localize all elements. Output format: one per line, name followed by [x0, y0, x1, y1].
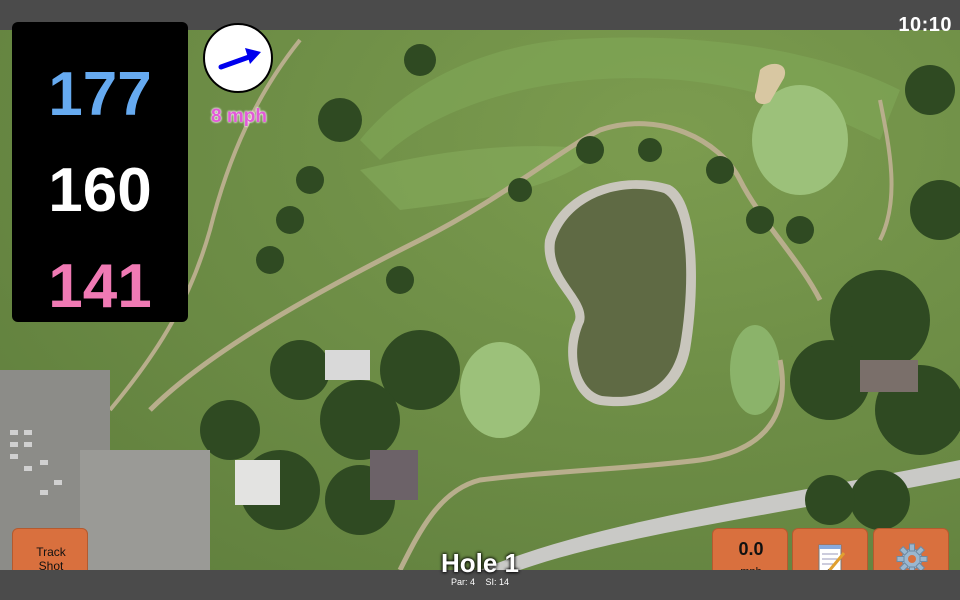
distance-center: 160: [48, 156, 152, 225]
speed-value: 0.0: [738, 539, 764, 559]
track-shot-label: Track Shot: [36, 545, 66, 573]
hole-info: Par: 4 SI: 14: [400, 577, 560, 587]
distance-back: 177: [48, 60, 152, 129]
wind-speed-label: 8 mph: [211, 106, 267, 127]
hole-stroke-index: SI: 14: [485, 577, 510, 587]
distance-panel: 177 160 141: [12, 22, 188, 322]
wind-arrow-icon: [218, 48, 261, 70]
wind-indicator: [203, 23, 273, 93]
clock: 10:10: [898, 14, 952, 36]
hole-par: Par: 4: [450, 577, 475, 587]
distance-front: 141: [48, 252, 152, 321]
hole-title: Hole 1: [440, 548, 520, 578]
